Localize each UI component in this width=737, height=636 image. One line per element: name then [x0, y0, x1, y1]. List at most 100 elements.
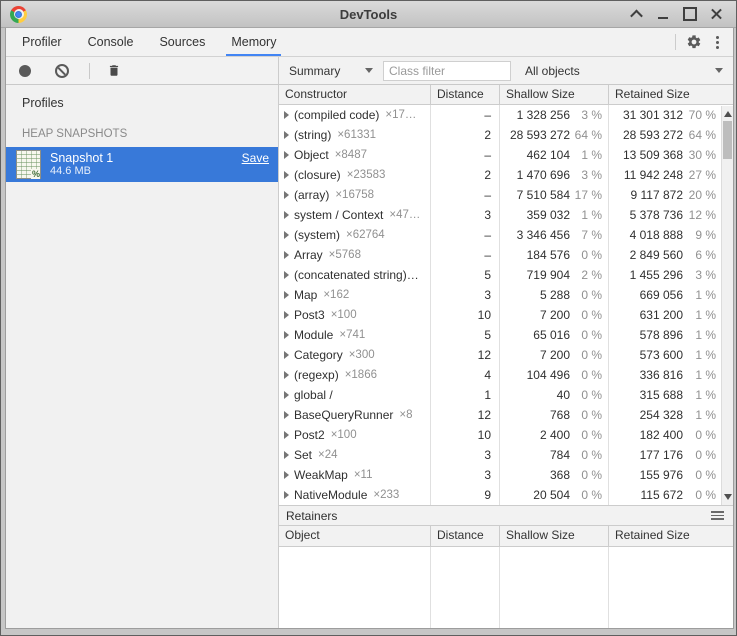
shade-icon[interactable] — [629, 7, 643, 21]
expand-triangle-icon[interactable] — [284, 491, 289, 499]
save-link[interactable]: Save — [242, 151, 269, 165]
scrollbar-thumb[interactable] — [723, 121, 732, 159]
table-row[interactable]: (string) ×61331 2 28 593 272 64 % 28 593 272 6… — [279, 125, 733, 145]
table-row[interactable]: Module ×741 5 65 016 0 % 578 896 1 % — [279, 325, 733, 345]
table-row[interactable]: (regexp) ×1866 4 104 496 0 % 336 816 1 % — [279, 365, 733, 385]
shallow-size-value: 104 496 — [526, 368, 570, 382]
expand-triangle-icon[interactable] — [284, 251, 289, 259]
column-header-object[interactable]: Object — [279, 526, 431, 546]
table-row[interactable]: (array) ×16758 – 7 510 584 17 % 9 117 872 20 % — [279, 185, 733, 205]
retained-size-cell: 315 688 1 % — [609, 385, 733, 405]
constructor-cell[interactable]: (system) ×62764 — [279, 225, 431, 245]
constructor-cell[interactable]: (compiled code) ×17… — [279, 105, 431, 125]
more-menu-icon[interactable] — [712, 34, 723, 51]
constructor-cell[interactable]: Map ×162 — [279, 285, 431, 305]
distance-cell: 12 — [431, 405, 500, 425]
tab-sources[interactable]: Sources — [146, 28, 218, 56]
column-header-shallow-size[interactable]: Shallow Size — [500, 85, 609, 104]
class-filter-input[interactable] — [383, 60, 511, 81]
shallow-size-percent: 1 % — [581, 208, 602, 222]
table-row[interactable]: global / 1 40 0 % 315 688 1 % — [279, 385, 733, 405]
retained-size-value: 1 455 296 — [629, 268, 683, 282]
table-row[interactable]: Post2 ×100 10 2 400 0 % 182 400 0 % — [279, 425, 733, 445]
settings-gear-icon[interactable] — [686, 34, 702, 50]
expand-triangle-icon[interactable] — [284, 231, 289, 239]
column-header-retained-size[interactable]: Retained Size — [609, 526, 733, 546]
shallow-size-value: 7 200 — [539, 308, 570, 322]
table-row[interactable]: Array ×5768 – 184 576 0 % 2 849 560 6 % — [279, 245, 733, 265]
shallow-size-percent: 0 % — [581, 348, 602, 362]
table-row[interactable]: Object ×8487 – 462 104 1 % 13 509 368 30 % — [279, 145, 733, 165]
constructor-cell[interactable]: BaseQueryRunner ×8 — [279, 405, 431, 425]
tab-profiler[interactable]: Profiler — [9, 28, 75, 56]
clear-icon[interactable] — [55, 63, 69, 78]
minimize-icon[interactable] — [656, 7, 670, 21]
expand-triangle-icon[interactable] — [284, 411, 289, 419]
grid-body: (compiled code) ×17… – 1 328 256 3 % 31 301 3… — [279, 105, 733, 505]
expand-triangle-icon[interactable] — [284, 311, 289, 319]
expand-triangle-icon[interactable] — [284, 291, 289, 299]
scroll-up-icon[interactable] — [723, 111, 732, 117]
table-row[interactable]: WeakMap ×11 3 368 0 % 155 976 0 % — [279, 465, 733, 485]
constructor-cell[interactable]: Module ×741 — [279, 325, 431, 345]
expand-triangle-icon[interactable] — [284, 151, 289, 159]
constructor-cell[interactable]: (string) ×61331 — [279, 125, 431, 145]
expand-triangle-icon[interactable] — [284, 391, 289, 399]
constructor-cell[interactable]: (closure) ×23583 — [279, 165, 431, 185]
constructor-cell[interactable]: Set ×24 — [279, 445, 431, 465]
column-header-constructor[interactable]: Constructor — [279, 85, 431, 104]
delete-snapshot-icon[interactable] — [107, 63, 121, 78]
expand-triangle-icon[interactable] — [284, 451, 289, 459]
expand-triangle-icon[interactable] — [284, 171, 289, 179]
table-row[interactable]: NativeModule ×233 9 20 504 0 % 115 672 0 % — [279, 485, 733, 505]
constructor-cell[interactable]: Post2 ×100 — [279, 425, 431, 445]
shallow-size-value: 2 400 — [539, 428, 570, 442]
constructor-cell[interactable]: (regexp) ×1866 — [279, 365, 431, 385]
view-select[interactable]: Summary — [289, 64, 377, 78]
constructor-cell[interactable]: WeakMap ×11 — [279, 465, 431, 485]
table-row[interactable]: (closure) ×23583 2 1 470 696 3 % 11 942 248 27… — [279, 165, 733, 185]
column-header-distance[interactable]: Distance — [431, 526, 500, 546]
table-row[interactable]: (compiled code) ×17… – 1 328 256 3 % 31 301 3… — [279, 105, 733, 125]
close-icon[interactable] — [710, 7, 724, 21]
sidebar-item-snapshot-1[interactable]: % Snapshot 1 44.6 MB Save — [6, 147, 278, 182]
table-row[interactable]: Post3 ×100 10 7 200 0 % 631 200 1 % — [279, 305, 733, 325]
column-header-retained-size[interactable]: Retained Size — [609, 85, 733, 104]
table-row[interactable]: Map ×162 3 5 288 0 % 669 056 1 % — [279, 285, 733, 305]
constructor-cell[interactable]: Object ×8487 — [279, 145, 431, 165]
expand-triangle-icon[interactable] — [284, 351, 289, 359]
retainers-menu-icon[interactable] — [709, 509, 726, 522]
constructor-cell[interactable]: system / Context ×47… — [279, 205, 431, 225]
column-header-distance[interactable]: Distance — [431, 85, 500, 104]
expand-triangle-icon[interactable] — [284, 111, 289, 119]
constructor-cell[interactable]: (concatenated string)… — [279, 265, 431, 285]
table-row[interactable]: BaseQueryRunner ×8 12 768 0 % 254 328 1 % — [279, 405, 733, 425]
table-row[interactable]: Set ×24 3 784 0 % 177 176 0 % — [279, 445, 733, 465]
expand-triangle-icon[interactable] — [284, 131, 289, 139]
maximize-icon[interactable] — [683, 7, 697, 21]
objects-select[interactable]: All objects — [525, 64, 723, 78]
constructor-cell[interactable]: (array) ×16758 — [279, 185, 431, 205]
expand-triangle-icon[interactable] — [284, 431, 289, 439]
column-header-shallow-size[interactable]: Shallow Size — [500, 526, 609, 546]
tab-memory[interactable]: Memory — [218, 28, 289, 56]
constructor-cell[interactable]: Post3 ×100 — [279, 305, 431, 325]
constructor-cell[interactable]: NativeModule ×233 — [279, 485, 431, 505]
table-row[interactable]: system / Context ×47… 3 359 032 1 % 5 378 736… — [279, 205, 733, 225]
scroll-down-icon[interactable] — [723, 494, 732, 500]
expand-triangle-icon[interactable] — [284, 471, 289, 479]
expand-triangle-icon[interactable] — [284, 271, 289, 279]
table-row[interactable]: (system) ×62764 – 3 346 456 7 % 4 018 888 9 % — [279, 225, 733, 245]
table-row[interactable]: Category ×300 12 7 200 0 % 573 600 1 % — [279, 345, 733, 365]
record-icon[interactable] — [19, 64, 31, 77]
constructor-cell[interactable]: Category ×300 — [279, 345, 431, 365]
table-row[interactable]: (concatenated string)… 5 719 904 2 % 1 455 2… — [279, 265, 733, 285]
expand-triangle-icon[interactable] — [284, 191, 289, 199]
expand-triangle-icon[interactable] — [284, 331, 289, 339]
constructor-cell[interactable]: global / — [279, 385, 431, 405]
grid-scrollbar[interactable] — [721, 106, 733, 505]
expand-triangle-icon[interactable] — [284, 371, 289, 379]
tab-console[interactable]: Console — [75, 28, 147, 56]
expand-triangle-icon[interactable] — [284, 211, 289, 219]
constructor-cell[interactable]: Array ×5768 — [279, 245, 431, 265]
